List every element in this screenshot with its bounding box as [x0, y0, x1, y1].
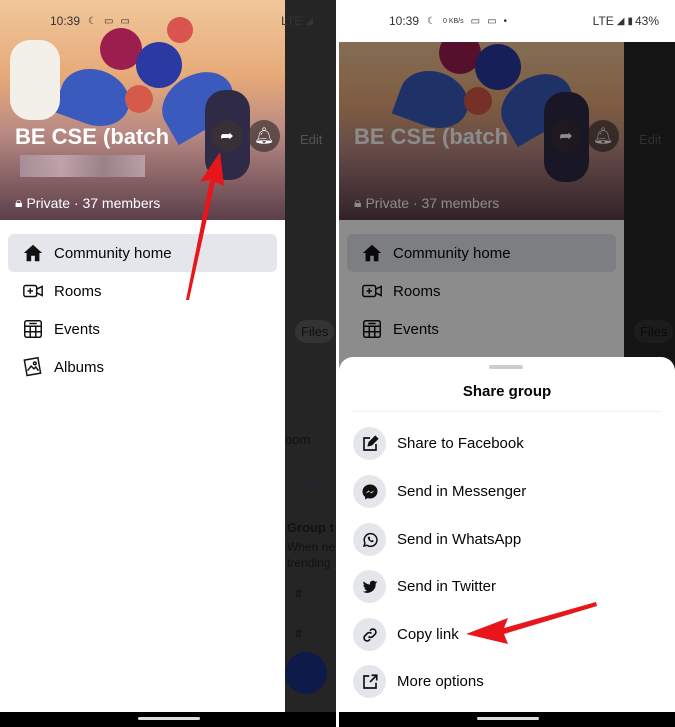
group-meta: 🔒︎ Private · 37 members	[15, 194, 160, 211]
home-icon	[23, 244, 43, 262]
group-drawer: Community home Rooms Events Albums	[0, 220, 285, 712]
system-nav-bar	[0, 712, 336, 727]
option-label: Send in Twitter	[397, 578, 496, 595]
share-group-sheet: Share group Share to Facebook Send in Me…	[339, 357, 675, 712]
share-button[interactable]: ➦	[211, 120, 243, 152]
system-nav-bar	[339, 712, 675, 727]
lock-icon: 🔒︎	[15, 194, 23, 210]
signal-icon: ◢	[616, 15, 625, 27]
video-plus-icon	[23, 284, 43, 298]
notification-icon: ▭	[470, 15, 481, 27]
nav-albums[interactable]: Albums	[8, 348, 277, 386]
battery-icon: ▮	[627, 15, 633, 27]
sheet-drag-handle[interactable]	[489, 365, 523, 369]
network-label: LTE	[281, 14, 303, 28]
edit-text: Edit	[300, 132, 323, 147]
divider	[351, 411, 661, 412]
network-label: LTE	[592, 14, 614, 28]
dot-icon: •	[503, 15, 508, 27]
signal-icon: ◢	[305, 15, 313, 27]
link-icon	[362, 627, 377, 642]
network-speed: 0 KB/s	[443, 17, 464, 25]
annotation-arrow	[466, 602, 597, 644]
hashtag-text: #	[295, 586, 303, 601]
hashtag-text: #	[295, 626, 303, 641]
nav-label: Rooms	[54, 282, 102, 300]
background-page-dimmed: Edit Files oom Add Group t When ne trend…	[285, 0, 336, 712]
whatsapp-icon	[362, 532, 378, 547]
external-icon	[362, 673, 378, 689]
notification-icon: ▭	[104, 15, 114, 27]
photo-album-icon	[23, 356, 42, 377]
more-options-option[interactable]: More options	[353, 665, 484, 698]
status-time: 10:39	[389, 14, 420, 28]
share-icon: ➦	[220, 128, 234, 145]
files-tab: Files	[295, 320, 335, 343]
nav-label: Albums	[54, 358, 105, 376]
battery-level: 43%	[634, 14, 659, 28]
moon-icon: ☾	[427, 15, 436, 27]
compose-fab	[285, 652, 327, 694]
status-bar: 10:39 ☾ 0 KB/s ▭ ▭ • LTE ◢ ▮ 43%	[339, 0, 675, 42]
add-text: Add	[300, 478, 324, 493]
trending-text: trending	[287, 556, 331, 570]
phone-screen-left: 10:39 ☾ ▭ ▭ LTE ◢ BE CSE (batch 🔒︎ Privat…	[0, 0, 336, 727]
room-text: oom	[285, 432, 311, 447]
messenger-icon	[362, 484, 377, 499]
phone-screen-right: 10:39 ☾ 0 KB/s ▭ ▭ • LTE ◢ ▮ 43% BE CSE …	[339, 0, 675, 727]
twitter-icon	[362, 580, 377, 593]
bell-icon: 🔔︎	[253, 128, 275, 145]
moon-icon: ☾	[88, 15, 97, 27]
when-text: When ne	[287, 540, 336, 554]
calendar-icon	[24, 320, 42, 338]
nav-rooms[interactable]: Rooms	[8, 272, 277, 310]
status-bar: 10:39 ☾ ▭ ▭ LTE ◢	[0, 0, 336, 42]
compose-icon	[362, 434, 379, 451]
option-label: Share to Facebook	[397, 435, 524, 452]
sheet-title: Share group	[462, 383, 552, 400]
home-gesture-handle[interactable]	[477, 717, 539, 720]
group-topics-text: Group t	[287, 520, 334, 535]
notifications-button[interactable]: 🔔︎	[248, 120, 280, 152]
annotation-arrow	[186, 152, 224, 300]
nav-label: Community home	[54, 244, 172, 262]
nav-label: Events	[54, 320, 100, 338]
nav-community-home[interactable]: Community home	[8, 234, 277, 272]
option-label: Send in Messenger	[397, 483, 527, 500]
home-gesture-handle[interactable]	[138, 717, 200, 720]
nav-events[interactable]: Events	[8, 310, 277, 348]
option-label: Copy link	[397, 626, 459, 643]
status-time: 10:39	[50, 14, 81, 28]
group-meta-text: Private · 37 members	[26, 194, 161, 211]
notification-icon: ▭	[487, 15, 497, 27]
copy-link-option[interactable]: Copy link	[353, 618, 459, 651]
option-label: More options	[397, 673, 484, 690]
send-in-messenger-option[interactable]: Send in Messenger	[353, 475, 526, 508]
redacted-text	[20, 155, 145, 177]
option-label: Send in WhatsApp	[397, 531, 522, 548]
notification-icon: ▭	[120, 15, 130, 27]
send-in-whatsapp-option[interactable]: Send in WhatsApp	[353, 523, 521, 556]
group-name: BE CSE (batch	[15, 124, 170, 149]
share-to-facebook-option[interactable]: Share to Facebook	[353, 427, 524, 460]
